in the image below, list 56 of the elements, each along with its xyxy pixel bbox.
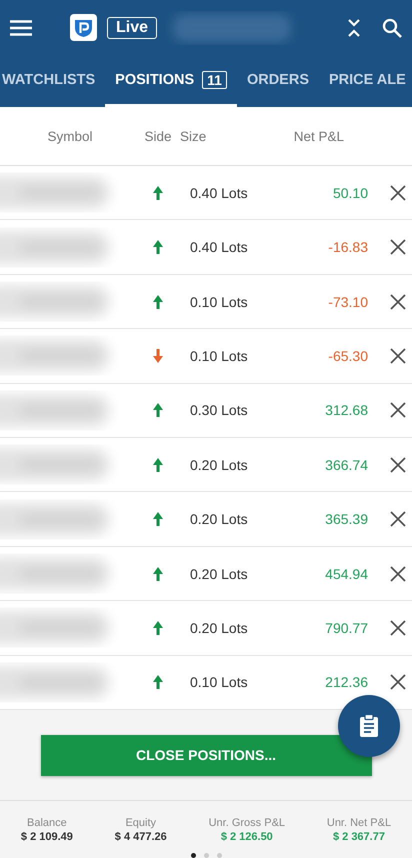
tab[interactable]: ORDERS: [236, 56, 319, 108]
menu-icon[interactable]: [10, 20, 32, 36]
size-cell-text: 0.20 Lots: [189, 511, 249, 528]
live-badge: Live: [107, 16, 158, 39]
column-header: Symbol: [46, 128, 94, 144]
summary-label: Unr. Gross P&L: [208, 817, 286, 829]
close-icon[interactable]: [390, 674, 406, 690]
net-pnl-cell-text: 454.94: [324, 566, 368, 582]
close-icon[interactable]: [390, 184, 406, 201]
net-pnl-cell-text: -65.30: [327, 348, 368, 364]
close-icon[interactable]: [390, 239, 406, 256]
size-cell-text: 0.10 Lots: [189, 294, 249, 310]
search-icon[interactable]: [382, 18, 402, 38]
size-cell-text: 0.20 Lots: [189, 456, 249, 473]
column-header: Size: [179, 128, 208, 144]
summary-value: $ 2 367.77: [332, 831, 385, 843]
close-icon[interactable]: [390, 402, 406, 418]
close-positions-button[interactable]: CLOSE POSITIONS...: [40, 734, 372, 776]
summary-label: Equity: [125, 817, 156, 829]
page-dot[interactable]: [190, 853, 196, 858]
net-pnl-cell-text: 312.68: [324, 402, 368, 418]
net-pnl-cell-text: 366.74: [324, 456, 368, 473]
net-pnl-cell-text: 212.36: [324, 674, 368, 690]
summary-value: $ 2 126.50: [220, 831, 273, 843]
net-pnl-cell-text: -73.10: [327, 294, 368, 310]
page-dot[interactable]: [216, 853, 222, 858]
size-cell-text: 0.40 Lots: [189, 184, 249, 201]
net-pnl-cell-text: 50.10: [332, 184, 368, 201]
column-header: Net P&L: [292, 128, 344, 144]
size-cell-text: 0.30 Lots: [189, 402, 249, 418]
size-cell-text: 0.10 Lots: [189, 348, 249, 364]
close-icon[interactable]: [390, 511, 406, 528]
collapse-icon[interactable]: [348, 18, 360, 37]
tab[interactable]: PRICE ALE: [319, 56, 412, 108]
net-pnl-cell-text: 790.77: [324, 620, 368, 636]
page-dot[interactable]: [204, 853, 208, 858]
close-icon[interactable]: [390, 294, 406, 310]
summary-value: $ 2 109.49: [20, 831, 73, 843]
app-logo-icon: [70, 14, 97, 42]
size-cell-text: 0.40 Lots: [189, 239, 249, 256]
net-pnl-cell-text: -16.83: [327, 239, 368, 256]
net-pnl-cell-text: 365.39: [324, 511, 368, 528]
size-cell-text: 0.20 Lots: [189, 566, 249, 582]
size-cell-text: 0.10 Lots: [189, 674, 249, 690]
close-icon[interactable]: [390, 348, 406, 364]
close-icon[interactable]: [390, 566, 406, 582]
summary-label: Balance: [27, 817, 67, 829]
summary-label: Unr. Net P&L: [326, 817, 392, 829]
clipboard-icon: [359, 714, 379, 738]
tab[interactable]: WATCHLISTS: [0, 56, 106, 108]
summary-value: $ 4 477.26: [114, 831, 167, 843]
close-icon[interactable]: [390, 456, 406, 473]
column-header: Side: [143, 128, 173, 144]
tab[interactable]: POSITIONS 11: [105, 56, 237, 108]
size-cell-text: 0.20 Lots: [189, 620, 249, 636]
close-icon[interactable]: [390, 620, 406, 636]
